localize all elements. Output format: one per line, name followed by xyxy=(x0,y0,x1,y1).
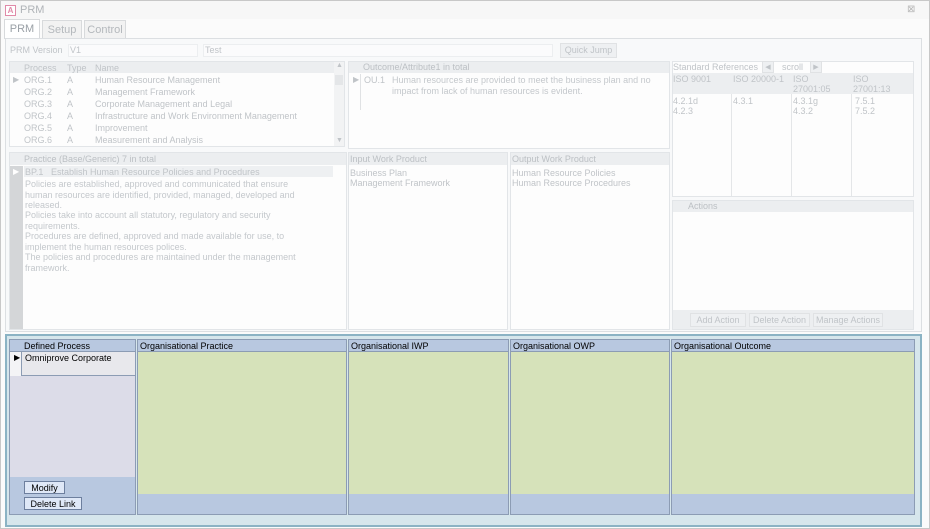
process-type: A xyxy=(67,135,74,145)
practice-row-indicator xyxy=(10,166,23,329)
std-col-iso20000: ISO 20000-1 xyxy=(733,74,785,84)
prm-version-label: PRM Version xyxy=(10,45,63,55)
std-col-iso27001-13: ISO 27001:13 xyxy=(853,74,891,94)
table-row[interactable]: ORG.4 A Infrastructure and Work Environm… xyxy=(9,109,345,121)
process-name: Human Resource Management xyxy=(95,75,221,85)
outcome-id: OU.1 xyxy=(364,75,386,85)
table-row[interactable]: ORG.1 A Human Resource Management xyxy=(9,73,345,85)
output-work-product-header: Output Work Product xyxy=(511,153,669,165)
output-work-product-item: Human Resource Policies xyxy=(512,168,616,178)
process-type: A xyxy=(67,111,74,121)
organisational-owp-header: Organisational OWP xyxy=(511,340,669,352)
row-selector-icon: ▶ xyxy=(353,75,360,84)
std-value: 4.3.1g xyxy=(793,96,819,106)
process-name: Infrastructure and Work Environment Mana… xyxy=(95,111,297,121)
std-value: 7.5.2 xyxy=(855,106,876,116)
table-row[interactable]: ORG.6 A Measurement and Analysis xyxy=(9,133,345,145)
process-id: ORG.5 xyxy=(24,123,53,133)
process-id: ORG.4 xyxy=(24,111,53,121)
process-type: A xyxy=(67,75,74,85)
input-work-product-item: Management Framework xyxy=(350,178,451,188)
scroll-up-icon[interactable]: ▲ xyxy=(336,62,343,69)
process-type: A xyxy=(67,99,74,109)
std-value: 4.3.1 xyxy=(733,96,754,106)
defined-process-header: Defined Process xyxy=(10,340,135,352)
app-icon: A xyxy=(5,5,16,16)
process-id: ORG.6 xyxy=(24,135,53,145)
practice-description-line: Procedures are defined, approved and mad… xyxy=(25,231,285,252)
table-row[interactable]: ORG.2 A Management Framework xyxy=(9,85,345,97)
process-id: ORG.2 xyxy=(24,87,53,97)
process-type: A xyxy=(67,87,74,97)
organisational-outcome-column[interactable] xyxy=(671,339,915,515)
quick-jump-button[interactable]: Quick Jump xyxy=(560,43,617,58)
column-divider xyxy=(731,94,732,196)
organisational-outcome-header: Organisational Outcome xyxy=(672,340,914,352)
table-row[interactable]: ORG.3 A Corporate Management and Legal xyxy=(9,97,345,109)
process-name: Corporate Management and Legal xyxy=(95,99,233,109)
process-name: Improvement xyxy=(95,123,148,133)
tab-control[interactable]: Control xyxy=(84,20,126,38)
practice-description-line: Policies are established, approved and c… xyxy=(25,179,295,210)
outcome-header: Outcome/Attribute1 in total xyxy=(349,62,669,73)
col-header-name: Name xyxy=(95,63,120,73)
row-selector-icon: ▶ xyxy=(14,353,21,362)
process-grid-header xyxy=(10,62,334,73)
organisational-iwp-header: Organisational IWP xyxy=(349,340,508,352)
column-footer xyxy=(349,494,508,514)
tab-prm[interactable]: PRM xyxy=(4,19,40,39)
std-value: 4.3.2 xyxy=(793,106,814,116)
practice-header: Practice (Base/Generic) 7 in total xyxy=(10,153,346,165)
practice-id: BP.1 xyxy=(25,167,44,177)
actions-header: Actions xyxy=(673,201,913,212)
organisational-owp-column[interactable] xyxy=(510,339,670,515)
organisational-iwp-column[interactable] xyxy=(348,339,509,515)
column-divider xyxy=(851,94,852,196)
std-value: 7.5.1 xyxy=(855,96,876,106)
table-row[interactable]: ORG.5 A Improvement xyxy=(9,121,345,133)
col-header-process: Process xyxy=(24,63,57,73)
scroll-right-icon[interactable]: ▶ xyxy=(810,61,822,73)
row-selector-icon: ▶ xyxy=(13,167,20,176)
tab-setup[interactable]: Setup xyxy=(42,20,82,38)
prm-version-field[interactable]: V1 xyxy=(68,44,198,57)
col-header-type: Type xyxy=(67,63,87,73)
modify-button[interactable]: Modify xyxy=(24,481,65,494)
column-footer xyxy=(672,494,914,514)
std-value: 4.2.3 xyxy=(673,106,694,116)
prm-name-field[interactable]: Test xyxy=(203,44,553,57)
column-footer xyxy=(511,494,669,514)
column-divider xyxy=(791,94,792,196)
input-work-product-header: Input Work Product xyxy=(349,153,507,165)
close-icon[interactable]: ⊠ xyxy=(907,4,915,15)
practice-description-line: Policies take into account all statutory… xyxy=(25,210,271,231)
std-col-iso9001: ISO 9001 xyxy=(673,74,712,84)
process-name: Measurement and Analysis xyxy=(95,135,204,145)
practice-description-line: The policies and procedures are maintain… xyxy=(25,252,296,273)
process-name: Management Framework xyxy=(95,87,196,97)
std-col-iso27001-05: ISO 27001:05 xyxy=(793,74,831,94)
process-id: ORG.1 xyxy=(24,75,53,85)
manage-actions-button[interactable]: Manage Actions xyxy=(813,313,883,327)
scroll-label: scroll xyxy=(782,62,804,72)
delete-action-button[interactable]: Delete Action xyxy=(749,313,810,327)
practice-selected-row[interactable]: BP.1 Establish Human Resource Policies a… xyxy=(24,166,333,177)
defined-process-name: Omniprove Corporate xyxy=(25,353,112,363)
window-title: PRM xyxy=(20,4,45,16)
input-work-product-item: Business Plan xyxy=(350,168,408,178)
standard-references-header: Standard References xyxy=(673,62,759,72)
add-action-button[interactable]: Add Action xyxy=(690,313,746,327)
organisational-practice-header: Organisational Practice xyxy=(138,340,346,352)
title-bar xyxy=(1,1,929,19)
outcome-text: Human resources are provided to meet the… xyxy=(392,75,651,96)
practice-name: Establish Human Resource Policies and Pr… xyxy=(51,167,260,177)
scroll-left-icon[interactable]: ◀ xyxy=(762,61,774,73)
std-value: 4.2.1d xyxy=(673,96,699,106)
process-id: ORG.3 xyxy=(24,99,53,109)
output-work-product-item: Human Resource Procedures xyxy=(512,178,631,188)
delete-link-button[interactable]: Delete Link xyxy=(24,497,82,510)
column-footer xyxy=(138,494,346,514)
process-type: A xyxy=(67,123,74,133)
organisational-practice-column[interactable] xyxy=(137,339,347,515)
